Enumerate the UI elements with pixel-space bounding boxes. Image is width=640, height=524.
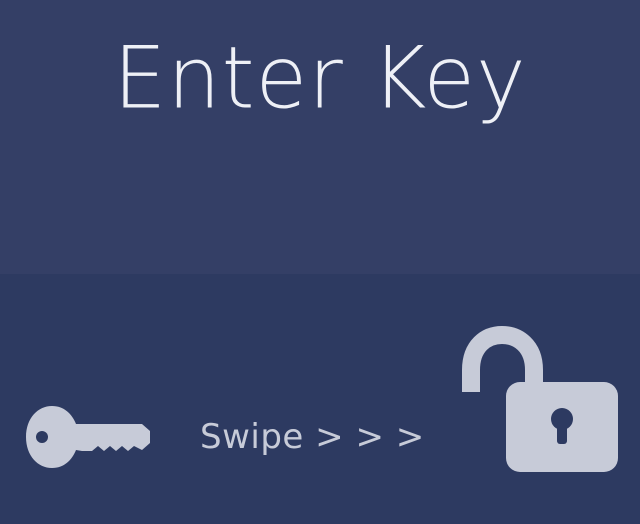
page-title: Enter Key	[113, 28, 527, 128]
header-panel: Enter Key	[0, 0, 640, 274]
unlocked-padlock-icon	[462, 326, 618, 472]
key-icon[interactable]	[16, 400, 152, 474]
swipe-hint-text: Swipe > > >	[200, 417, 425, 457]
